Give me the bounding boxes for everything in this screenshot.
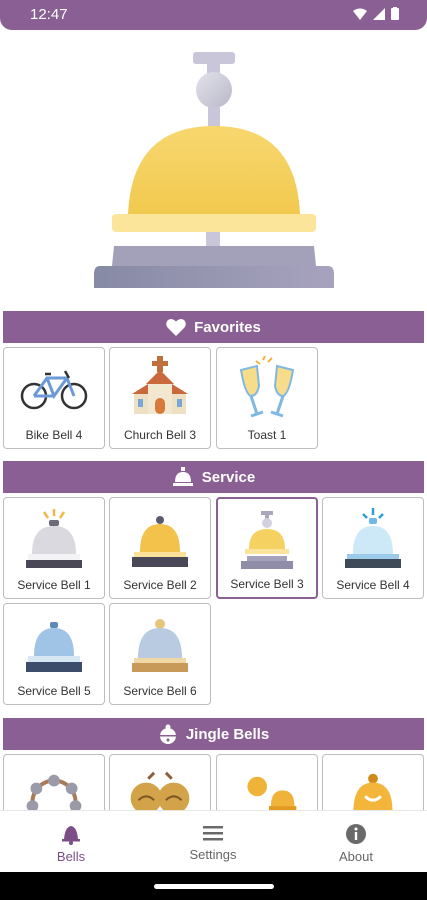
bell-tile-bike-bell-4[interactable]: Bike Bell 4: [3, 347, 105, 449]
nav-bells[interactable]: Bells: [21, 823, 121, 864]
bell-tile-church-bell-3[interactable]: Church Bell 3: [109, 347, 211, 449]
status-time: 12:47: [30, 6, 68, 23]
section-header-favorites: Favorites: [3, 311, 424, 343]
tile-label: Service Bell 2: [123, 578, 197, 592]
nav-label: Bells: [56, 849, 86, 864]
bell-tile-jingle-2[interactable]: [109, 754, 211, 810]
bottom-navigation: Bells Settings About: [0, 810, 427, 872]
bell-tile-toast-1[interactable]: Toast 1: [216, 347, 318, 449]
champagne-glasses-icon: [239, 356, 295, 418]
heart-icon: [166, 318, 186, 336]
section-title: Service: [201, 468, 256, 486]
bell-tile-service-bell-1[interactable]: Service Bell 1: [3, 497, 105, 599]
signal-icon: [373, 7, 385, 20]
bell-tile-service-bell-4[interactable]: Service Bell 4: [322, 497, 424, 599]
jingle-bells-gold-icon: [247, 776, 297, 810]
large-service-bell-icon[interactable]: [0, 30, 427, 310]
nav-settings[interactable]: Settings: [163, 823, 263, 862]
tile-label: Toast 1: [247, 428, 287, 442]
tile-label: Service Bell 4: [336, 578, 410, 592]
service-bell-glass-icon: [345, 508, 401, 568]
service-bell-gray-icon: [26, 509, 82, 568]
bell-icon: [62, 826, 80, 845]
nav-label: About: [339, 849, 373, 864]
bell-tile-jingle-1[interactable]: [3, 754, 105, 810]
jingle-bell-icon: [159, 724, 176, 744]
service-bell-yellow-icon: [241, 511, 293, 569]
nav-label: Settings: [189, 847, 237, 862]
section-title: Jingle Bells: [185, 725, 270, 743]
bell-tile-service-bell-3[interactable]: Service Bell 3: [216, 497, 318, 599]
section-header-service: Service: [3, 461, 424, 493]
bell-tile-jingle-3[interactable]: [216, 754, 318, 810]
wifi-icon: [353, 8, 367, 20]
bell-tile-service-bell-6[interactable]: Service Bell 6: [109, 603, 211, 705]
battery-icon: [391, 7, 399, 20]
nav-about[interactable]: About: [306, 823, 406, 864]
bell-tile-service-bell-2[interactable]: Service Bell 2: [109, 497, 211, 599]
service-bell-blue-icon: [26, 622, 82, 672]
service-bell-icon: [172, 467, 193, 486]
tile-label: Church Bell 3: [123, 428, 197, 442]
home-gesture-bar[interactable]: [154, 884, 274, 889]
hero-bell[interactable]: [0, 30, 427, 310]
info-icon: [346, 824, 366, 844]
section-header-jingle-bells: Jingle Bells: [3, 718, 424, 750]
bicycle-icon: [20, 370, 88, 410]
tile-label: Service Bell 1: [17, 578, 91, 592]
system-gesture-area: [0, 872, 427, 900]
church-icon: [132, 356, 188, 414]
bell-tile-jingle-4[interactable]: [322, 754, 424, 810]
tile-label: Bike Bell 4: [25, 428, 83, 442]
jingle-bell-gold-icon: [353, 773, 393, 810]
bell-tile-service-bell-5[interactable]: Service Bell 5: [3, 603, 105, 705]
status-bar: 12:47: [0, 0, 427, 30]
tile-label: Service Bell 5: [17, 684, 91, 698]
tile-label: Service Bell 3: [230, 577, 304, 591]
section-title: Favorites: [194, 318, 261, 336]
service-bell-gold-icon: [132, 516, 188, 567]
tambourine-icon: [26, 774, 82, 810]
sleigh-bells-icon: [130, 771, 190, 810]
tile-label: Service Bell 6: [123, 684, 197, 698]
menu-icon: [203, 826, 223, 841]
service-bell-dome-icon: [132, 619, 188, 672]
